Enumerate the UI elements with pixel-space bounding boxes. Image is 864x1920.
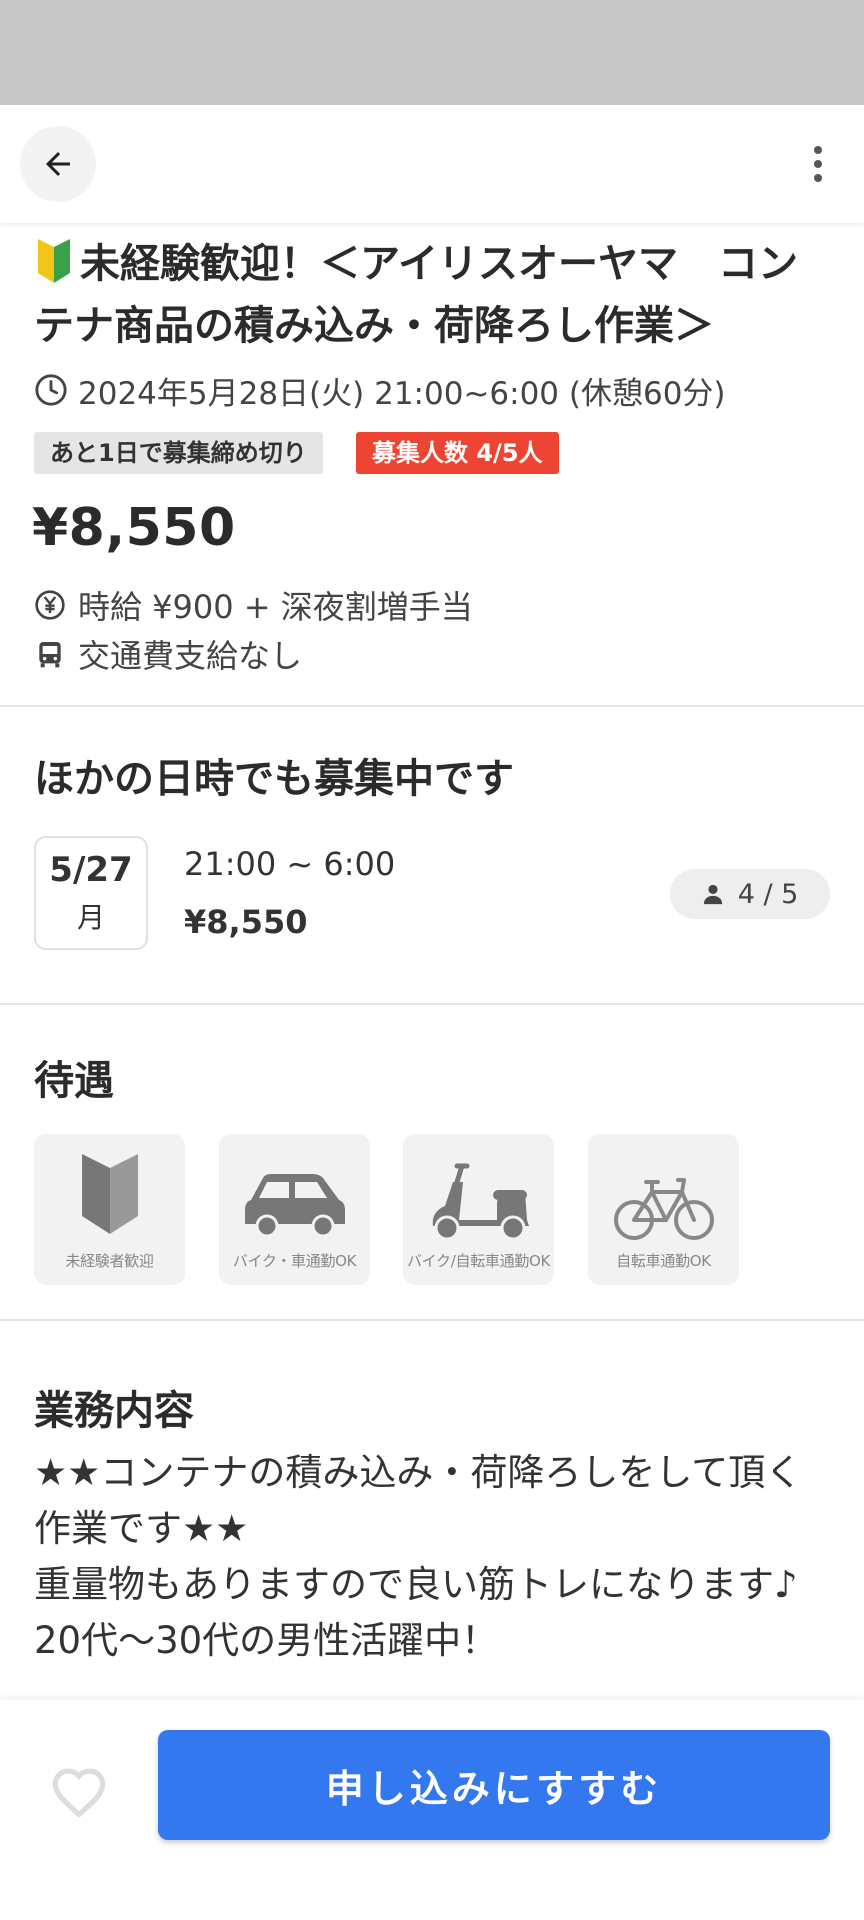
beginner-mark-icon — [38, 239, 70, 283]
beginner-icon — [81, 1154, 138, 1234]
job-title: 未経験歓迎！＜アイリスオーヤマ コンテナ商品の積み込み・荷降ろし作業＞ — [34, 241, 798, 349]
divider — [0, 1003, 864, 1005]
perk-scooter-commute: バイク/自転車通勤OK — [403, 1134, 554, 1285]
job-title-heading: 未経験歓迎！＜アイリスオーヤマ コンテナ商品の積み込み・荷降ろし作業＞ — [34, 233, 834, 357]
other-date-box[interactable]: 5/27 月 — [34, 836, 148, 950]
apply-button[interactable]: 申し込みにすすむ — [158, 1730, 830, 1840]
bicycle-icon — [613, 1178, 714, 1240]
status-bar — [0, 0, 864, 105]
heart-icon — [52, 1768, 106, 1817]
job-datetime-row: 2024年5月28日(火) 21:00~6:00 (休憩60分) — [34, 368, 726, 412]
job-datetime: 2024年5月28日(火) 21:00~6:00 (休憩60分) — [78, 375, 726, 412]
divider — [0, 1319, 864, 1321]
bus-icon — [39, 642, 61, 668]
job-price: ¥8,550 — [32, 498, 236, 558]
bottom-action-bar: 申し込みにすすむ — [0, 1700, 864, 1920]
perk-label: 自転車通勤OK — [616, 1252, 711, 1270]
perk-label: バイク・車通勤OK — [232, 1252, 357, 1270]
wage-row: 時給 ¥900 + 深夜割増手当 — [34, 583, 473, 627]
work-heading: 業務内容 — [34, 1388, 194, 1434]
other-date-capacity: 4 / 5 — [670, 869, 830, 919]
transport-row: 交通費支給なし — [34, 632, 302, 676]
person-icon — [703, 884, 722, 905]
clock-icon — [35, 374, 67, 406]
perk-car-commute: バイク・車通勤OK — [219, 1134, 370, 1285]
deadline-badge: あと1日で募集締め切り — [34, 432, 323, 474]
other-date-weekday: 月 — [76, 901, 105, 934]
favorite-button[interactable] — [44, 1756, 114, 1826]
work-description: ★★コンテナの積み込み・荷降ろしをして頂く作業です★★ 重量物もありますので良い… — [34, 1451, 803, 1662]
other-dates-heading: ほかの日時でも募集中です — [34, 756, 514, 802]
divider — [0, 705, 864, 707]
perk-label: 未経験者歓迎 — [65, 1252, 154, 1270]
other-date-time: 21:00 ~ 6:00 — [184, 845, 396, 883]
other-date-day: 5/27 — [49, 850, 133, 890]
more-vertical-icon — [814, 146, 822, 182]
perk-bicycle-commute: 自転車通勤OK — [588, 1134, 739, 1285]
back-button[interactable] — [20, 126, 96, 202]
perk-label: バイク/自転車通勤OK — [406, 1252, 551, 1270]
arrow-left-icon — [46, 152, 70, 176]
other-date-price: ¥8,550 — [184, 903, 308, 941]
scooter-icon — [432, 1163, 529, 1241]
car-icon — [244, 1174, 345, 1238]
wage-text: 時給 ¥900 + 深夜割増手当 — [78, 588, 473, 626]
yen-circle-icon — [35, 590, 65, 620]
transport-text: 交通費支給なし — [78, 637, 303, 675]
capacity-text: 4 / 5 — [737, 878, 799, 910]
more-options-button[interactable] — [790, 126, 846, 202]
perks-heading: 待遇 — [34, 1058, 114, 1104]
recruit-count-badge: 募集人数 4/5人 — [356, 432, 559, 474]
app-bar — [0, 105, 864, 223]
perk-beginner-welcome: 未経験者歓迎 — [34, 1134, 185, 1285]
job-detail-content[interactable]: 未経験歓迎！＜アイリスオーヤマ コンテナ商品の積み込み・荷降ろし作業＞ 2024… — [0, 223, 864, 1700]
